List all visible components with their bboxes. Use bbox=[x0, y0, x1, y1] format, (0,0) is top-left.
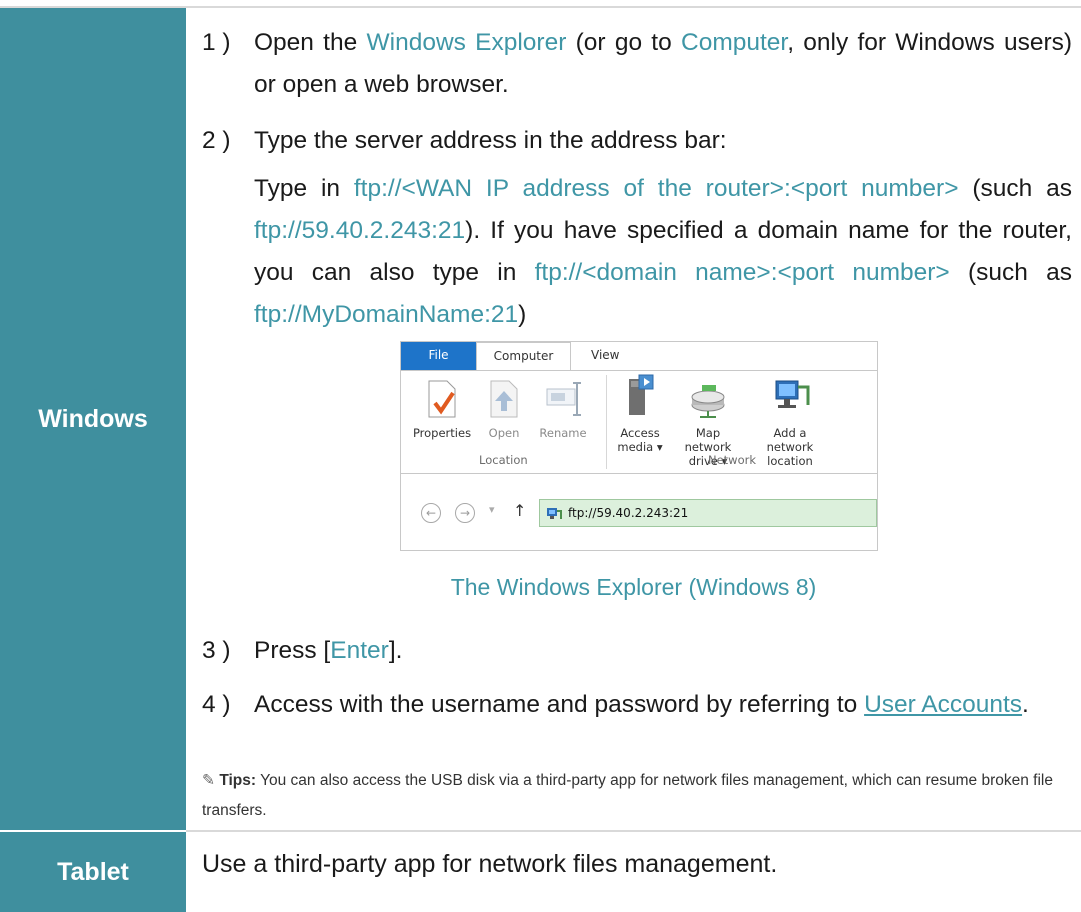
step-1: 1 ) Open the Windows Explorer (or go to … bbox=[202, 22, 1072, 106]
ftp-site-icon bbox=[547, 508, 562, 519]
media-server-icon bbox=[629, 374, 654, 415]
open-icon bbox=[490, 380, 518, 418]
user-accounts-link[interactable]: User Accounts bbox=[864, 691, 1022, 718]
tab-file[interactable]: File bbox=[401, 342, 476, 370]
step-text: Access with the username and password by… bbox=[254, 691, 1029, 718]
step-text: Open the Windows Explorer (or go to Comp… bbox=[254, 29, 1073, 98]
step-number: 4 ) bbox=[202, 691, 231, 718]
properties-label: Properties bbox=[412, 426, 472, 440]
address-text: ftp://59.40.2.243:21 bbox=[568, 506, 689, 520]
add-network-location-button[interactable]: Add a network location bbox=[749, 373, 831, 468]
enter-key-link: Enter bbox=[330, 637, 389, 664]
step-3: 3 ) Press [Enter]. bbox=[202, 630, 1072, 672]
step-number: 3 ) bbox=[202, 637, 231, 664]
step-number: 1 ) bbox=[202, 29, 231, 56]
step-text: Press [Enter]. bbox=[254, 637, 403, 664]
figure-caption: The Windows Explorer (Windows 8) bbox=[450, 574, 817, 600]
open-button[interactable]: Open bbox=[481, 379, 527, 440]
tips-label: Tips: bbox=[219, 772, 257, 789]
tips-note: ✎ Tips: You can also access the USB disk… bbox=[202, 766, 1072, 826]
properties-icon bbox=[428, 380, 456, 418]
open-label: Open bbox=[488, 426, 520, 440]
step-4: 4 ) Access with the username and passwor… bbox=[202, 684, 1072, 726]
tablet-instructions: Use a third-party app for network files … bbox=[202, 850, 778, 878]
location-group-label: Location bbox=[479, 453, 528, 467]
windows-explorer-link[interactable]: Windows Explorer bbox=[367, 29, 567, 56]
ribbon-tabs: File Computer View bbox=[401, 342, 877, 371]
page: Windows Tablet 1 ) Open the Windows Expl… bbox=[0, 0, 1081, 912]
address-bar-row: ← → ▾ ↑ ftp://59.40.2.243:21 bbox=[401, 475, 877, 551]
tab-computer[interactable]: Computer bbox=[476, 342, 571, 371]
back-arrow-icon[interactable]: ← bbox=[421, 503, 441, 523]
step-number: 2 ) bbox=[202, 127, 231, 154]
rename-button[interactable]: Rename bbox=[531, 379, 595, 440]
address-field[interactable]: ftp://59.40.2.243:21 bbox=[539, 499, 877, 527]
forward-arrow-icon[interactable]: → bbox=[455, 503, 475, 523]
network-group-label: Network bbox=[708, 453, 757, 467]
network-drive-icon bbox=[691, 385, 725, 418]
step-detail-text: Type in ftp://<WAN IP address of the rou… bbox=[254, 175, 1072, 328]
paperclip-icon: ✎ bbox=[202, 772, 215, 789]
tab-view[interactable]: View bbox=[591, 342, 619, 368]
computer-link[interactable]: Computer bbox=[681, 29, 787, 56]
rename-label: Rename bbox=[539, 426, 587, 440]
row-label-windows: Windows bbox=[38, 404, 148, 433]
row-header-windows: Windows bbox=[0, 8, 186, 830]
group-separator bbox=[606, 375, 607, 469]
ribbon-body: Properties Open Rename Location Access m… bbox=[401, 370, 877, 474]
ftp-example-link: ftp://59.40.2.243:21 bbox=[254, 217, 466, 244]
ftp-domain-link: ftp://<domain name>:<port number> bbox=[534, 259, 950, 286]
up-arrow-icon[interactable]: ↑ bbox=[513, 501, 526, 520]
row-label-tablet: Tablet bbox=[57, 857, 129, 886]
rename-icon bbox=[546, 382, 581, 416]
recent-dropdown-icon[interactable]: ▾ bbox=[489, 503, 495, 516]
step-2-detail: Type in ftp://<WAN IP address of the rou… bbox=[202, 168, 1072, 336]
row-divider bbox=[186, 830, 1081, 832]
ftp-domain-example-link: ftp://MyDomainName:21 bbox=[254, 301, 519, 328]
properties-button[interactable]: Properties bbox=[407, 379, 477, 440]
explorer-screenshot: File Computer View Properties Open Renam… bbox=[400, 341, 878, 551]
network-location-icon bbox=[775, 380, 810, 408]
row-header-tablet: Tablet bbox=[0, 832, 186, 912]
step-text: Type the server address in the address b… bbox=[254, 127, 727, 154]
tips-text: You can also access the USB disk via a t… bbox=[202, 772, 1053, 819]
access-media-button[interactable]: Access media ▾ bbox=[613, 373, 667, 454]
step-2: 2 ) Type the server address in the addre… bbox=[202, 120, 1072, 162]
ftp-wan-link: ftp://<WAN IP address of the router>:<po… bbox=[353, 175, 959, 202]
